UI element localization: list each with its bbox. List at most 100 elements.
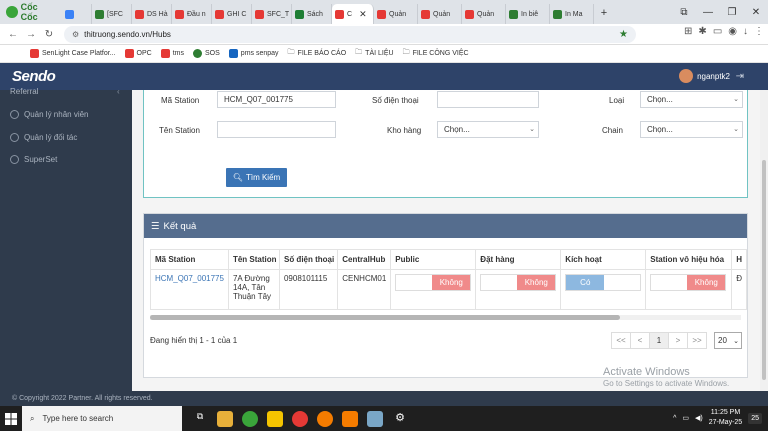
- horizontal-scrollbar[interactable]: [150, 315, 741, 320]
- disabled-toggle[interactable]: Không: [650, 274, 727, 291]
- footer: © Copyright 2022 Partner. All rights res…: [0, 391, 768, 406]
- station-code-cell[interactable]: HCM_Q07_001775: [150, 269, 229, 310]
- browser-tab[interactable]: Quản: [418, 4, 462, 24]
- sidebar-item-staff[interactable]: Quản lý nhân viên: [10, 110, 89, 119]
- app-icon[interactable]: [317, 410, 333, 427]
- bookmark-folder[interactable]: 🗀 FILE BÁO CÁO: [288, 48, 347, 59]
- profile-icon[interactable]: ◉: [728, 26, 737, 37]
- bookmark-star-icon[interactable]: ★: [619, 29, 628, 40]
- back-icon[interactable]: ←: [4, 29, 22, 40]
- site-info-icon[interactable]: ⚙: [72, 30, 79, 39]
- warehouse-label: Kho hàng: [387, 126, 422, 135]
- sidebar-item-partners[interactable]: Quản lý đối tác: [10, 133, 77, 142]
- task-view-icon[interactable]: ⧉: [192, 411, 208, 427]
- windows-start-button[interactable]: [0, 406, 22, 431]
- minimize-icon[interactable]: —: [696, 7, 720, 18]
- reload-icon[interactable]: ↻: [40, 29, 58, 40]
- settings-icon[interactable]: ⚙: [392, 411, 408, 427]
- browser-tab[interactable]: Sách: [292, 4, 332, 24]
- sos-icon: [193, 49, 202, 58]
- browser-tab[interactable]: SFC_T: [252, 4, 292, 24]
- logout-icon[interactable]: ⇥: [736, 71, 744, 82]
- browser-tab[interactable]: GHI C: [212, 4, 252, 24]
- sendo-logo[interactable]: Sendo: [12, 68, 56, 85]
- page-size-select[interactable]: 20 ⌄: [714, 332, 742, 349]
- app-icon[interactable]: [342, 410, 358, 427]
- forward-icon[interactable]: →: [22, 29, 40, 40]
- download-icon[interactable]: ↓: [743, 26, 748, 37]
- tray-chevron-icon[interactable]: ^: [673, 415, 676, 422]
- col-header: H: [731, 249, 747, 270]
- sidebar-item-superset[interactable]: SuperSet: [10, 155, 57, 164]
- browser-tab[interactable]: In biê: [506, 4, 550, 24]
- bookmark-item[interactable]: SenLight Case Platfor...: [30, 49, 116, 58]
- type-select[interactable]: Chọn... ⌄: [640, 91, 743, 108]
- active-toggle[interactable]: Có: [565, 274, 642, 291]
- notification-badge[interactable]: 25: [748, 412, 762, 424]
- sendo-icon: [30, 49, 39, 58]
- partner-icon: [10, 133, 19, 142]
- next-page-button[interactable]: >: [668, 332, 688, 349]
- prev-page-button[interactable]: <: [630, 332, 650, 349]
- last-page-button[interactable]: >>: [687, 332, 707, 349]
- browser-tab-active[interactable]: C ✕: [332, 4, 374, 24]
- browser-tab[interactable]: [62, 4, 92, 24]
- browser-tab[interactable]: In Ma: [550, 4, 594, 24]
- sidebar: Referral ‹ Quản lý nhân viên Quản lý đối…: [0, 87, 132, 391]
- sendo-icon: [160, 49, 170, 58]
- user-menu[interactable]: nganptk2: [679, 69, 730, 83]
- results-table: Mã Station Tên Station Số điện thoại Cen…: [150, 249, 747, 310]
- menu-icon[interactable]: ⋮: [754, 26, 764, 37]
- sticky-notes-icon[interactable]: [267, 410, 283, 427]
- app-icon[interactable]: [367, 410, 383, 427]
- chevron-down-icon: ⌄: [529, 126, 535, 133]
- bookmark-item[interactable]: OPC: [124, 49, 152, 58]
- browser-tab[interactable]: [SFC: [92, 4, 132, 24]
- volume-icon[interactable]: ◀): [695, 414, 703, 422]
- coccoc-icon[interactable]: [242, 410, 258, 427]
- warehouse-select[interactable]: Chọn... ⌄: [437, 121, 539, 138]
- tab-search-icon[interactable]: ⧉: [672, 7, 696, 18]
- chrome-icon[interactable]: [292, 410, 308, 427]
- sendo-icon: [255, 9, 264, 19]
- close-window-icon[interactable]: ✕: [744, 7, 768, 18]
- clock[interactable]: 11:25 PM 27-May-25: [709, 408, 742, 428]
- bookmark-item[interactable]: SOS: [193, 49, 220, 58]
- chevron-down-icon: ⌄: [733, 96, 739, 103]
- sidebar-icon[interactable]: ▭: [713, 26, 722, 37]
- station-name-input[interactable]: [217, 121, 336, 138]
- phone-input[interactable]: [437, 91, 539, 108]
- bookmark-item[interactable]: pms senpay: [228, 49, 279, 58]
- main-content: Mã Station HCM_Q07_001775 Số điện thoại …: [132, 90, 760, 391]
- page-scrollbar[interactable]: [760, 90, 768, 391]
- sidebar-item-referral[interactable]: Referral ‹: [10, 87, 120, 96]
- hub-cell: CENHCM01: [337, 269, 392, 310]
- maximize-icon[interactable]: ❐: [720, 7, 744, 18]
- bookmark-item[interactable]: tms: [160, 49, 184, 58]
- sendo-icon: [124, 49, 134, 58]
- order-toggle[interactable]: Không: [480, 274, 557, 291]
- page-1-button[interactable]: 1: [649, 332, 669, 349]
- browser-tab[interactable]: DS Hà: [132, 4, 172, 24]
- new-tab-button[interactable]: +: [594, 7, 614, 19]
- puzzle-icon[interactable]: ✱: [698, 26, 706, 37]
- browser-tab[interactable]: Quản: [462, 4, 506, 24]
- scroll-thumb[interactable]: [150, 315, 620, 320]
- chain-select[interactable]: Chọn... ⌄: [640, 121, 743, 138]
- public-toggle[interactable]: Không: [395, 274, 472, 291]
- bookmark-folder[interactable]: 🗀 FILE CÔNG VIỆC: [403, 48, 469, 59]
- bookmark-folder[interactable]: 🗀 TÀI LIỆU: [355, 48, 393, 59]
- url-field[interactable]: ⚙ thitruong.sendo.vn/Hubs ★: [64, 26, 636, 43]
- first-page-button[interactable]: <<: [611, 332, 631, 349]
- browser-tab[interactable]: Đầu n: [172, 4, 212, 24]
- extension-icon[interactable]: ⊞: [684, 26, 692, 37]
- station-code-input[interactable]: HCM_Q07_001775: [217, 91, 336, 108]
- close-tab-icon[interactable]: ✕: [359, 9, 367, 20]
- file-explorer-icon[interactable]: [217, 410, 233, 427]
- scroll-thumb[interactable]: [762, 160, 766, 380]
- table-row: HCM_Q07_001775 7A Đường 14A, Tân Thuận T…: [150, 269, 747, 310]
- search-button[interactable]: 🔍︎ Tìm Kiếm: [226, 168, 287, 187]
- network-icon[interactable]: ▭: [682, 414, 689, 422]
- taskbar-search[interactable]: ⌕ Type here to search: [22, 406, 182, 431]
- browser-tab[interactable]: Quản: [374, 4, 418, 24]
